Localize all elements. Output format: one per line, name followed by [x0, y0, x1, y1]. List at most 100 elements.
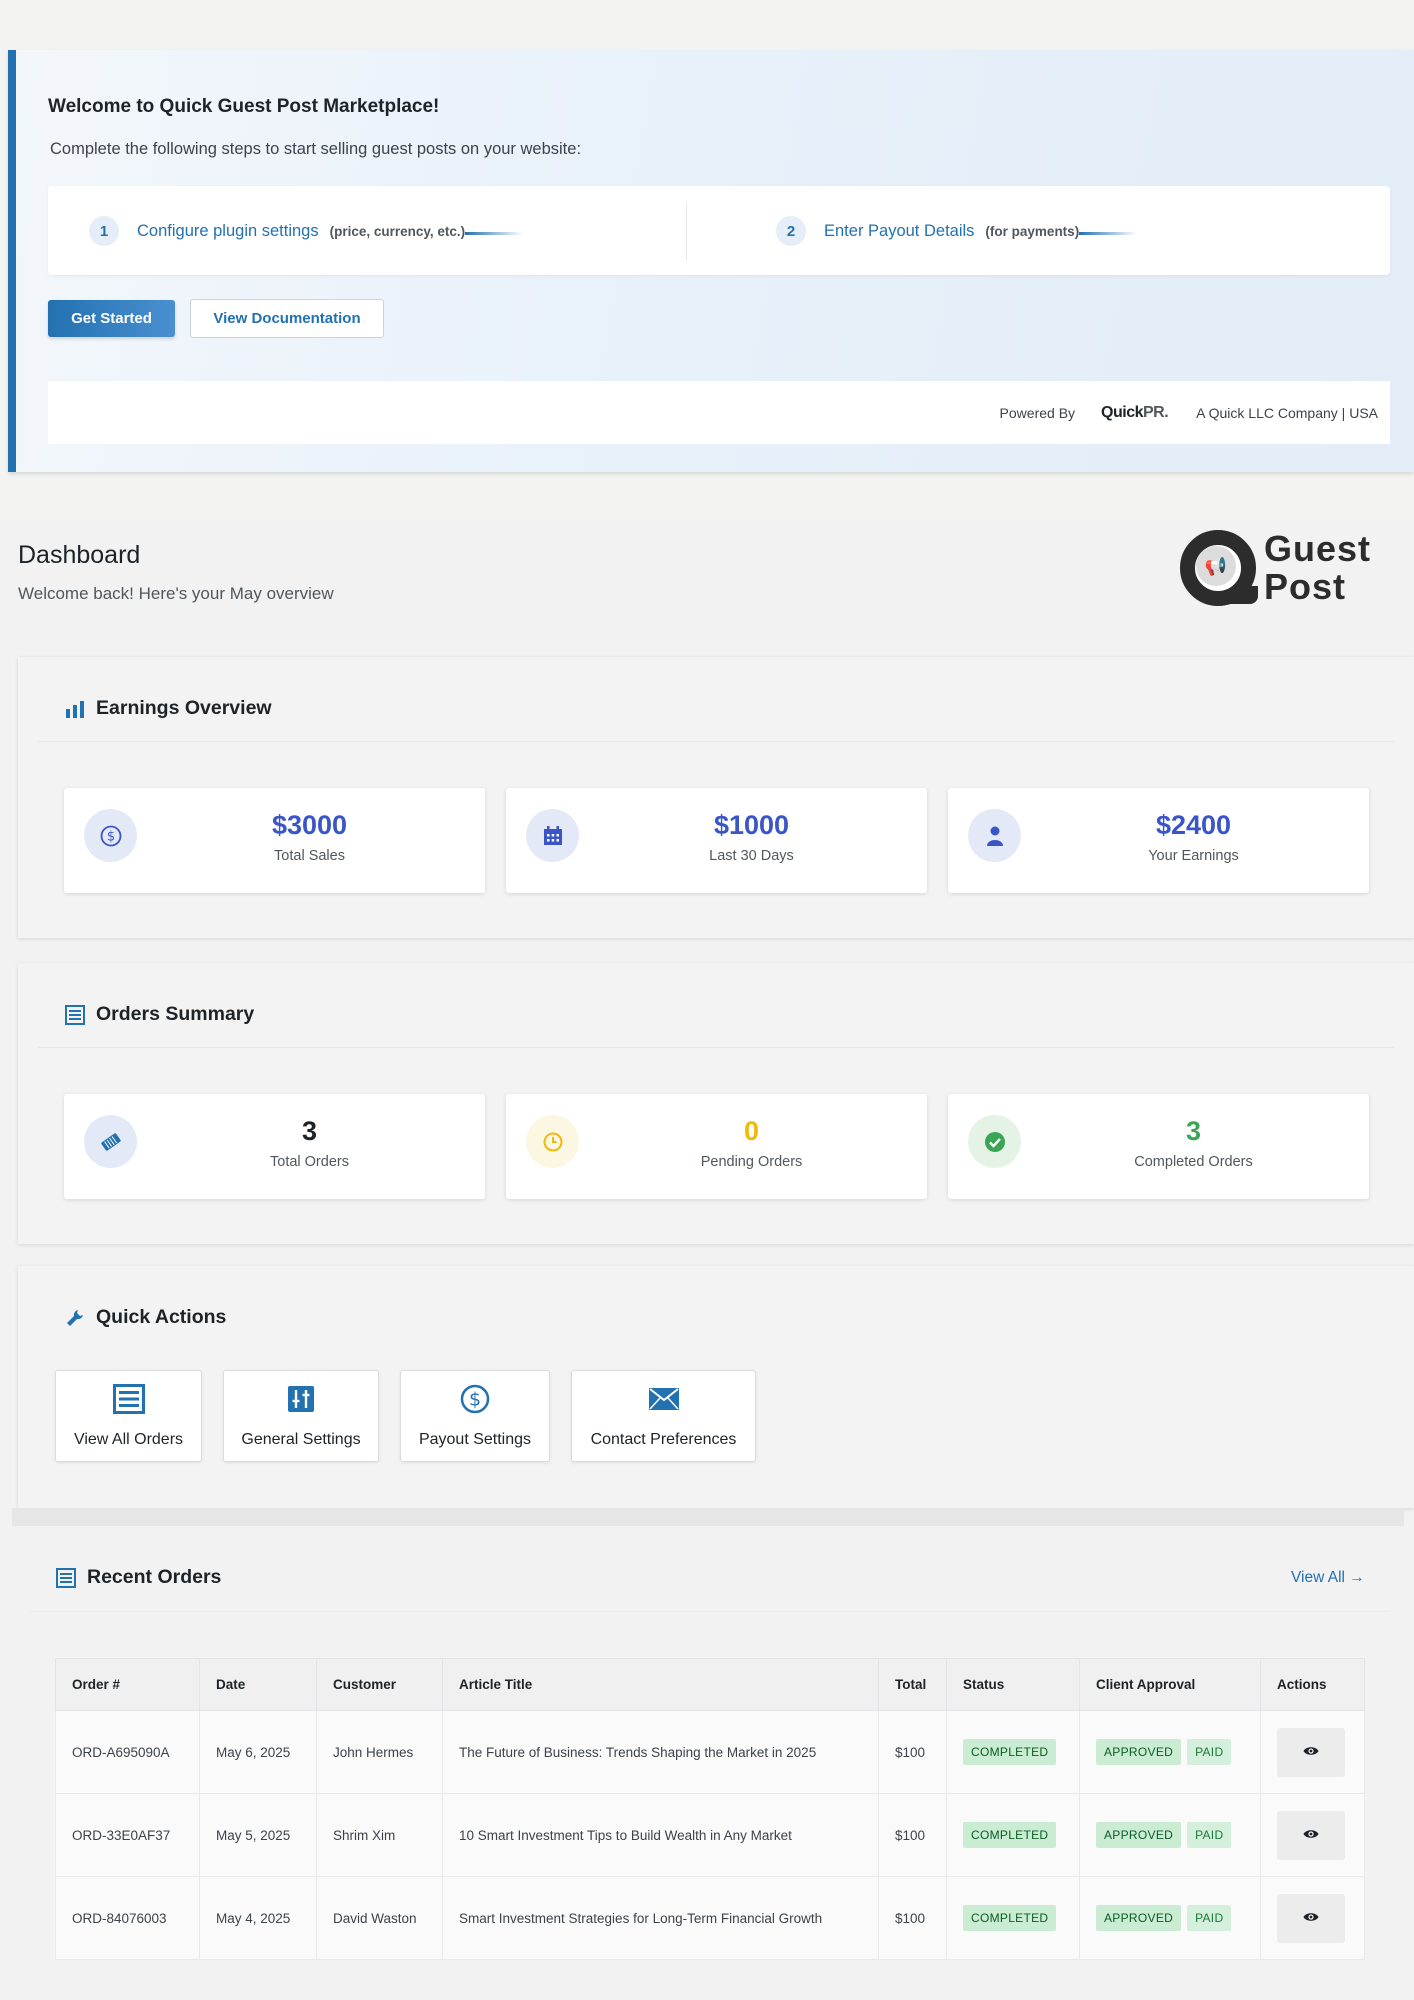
column-header: Article Title — [442, 1658, 879, 1711]
wrench-icon — [64, 1307, 86, 1329]
list-icon — [55, 1567, 77, 1589]
recent-orders-table: Order # Date Customer Article Title Tota… — [55, 1658, 1365, 1960]
total-sales-card: $ $3000 Total Sales — [64, 788, 485, 893]
order-number: ORD-84076003 — [55, 1876, 200, 1960]
pending-orders-card: 0 Pending Orders — [506, 1094, 927, 1199]
order-total: $100 — [878, 1793, 947, 1877]
stat-value: $1000 — [713, 810, 790, 840]
stat-value: 0 — [743, 1116, 760, 1146]
payout-settings-button[interactable]: $ Payout Settings — [400, 1370, 550, 1462]
eye-icon — [1303, 1910, 1319, 1926]
order-number: ORD-33E0AF37 — [55, 1793, 200, 1877]
get-started-button[interactable]: Get Started — [48, 300, 175, 337]
setup-step-2: 2 Enter Payout Details (for payments) — [776, 216, 1138, 246]
step-number: 2 — [776, 216, 806, 246]
order-date: May 6, 2025 — [199, 1710, 317, 1794]
page-title: Dashboard — [18, 541, 141, 569]
step-note: (price, currency, etc.) — [329, 223, 466, 239]
recent-orders-heading: Recent Orders — [55, 1566, 221, 1589]
ticket-icon — [84, 1115, 137, 1168]
view-order-button[interactable] — [1277, 1893, 1345, 1943]
paid-badge: PAID — [1187, 1739, 1232, 1765]
table-row: ORD-A695090A May 6, 2025 John Hermes The… — [55, 1710, 1365, 1794]
table-row: ORD-84076003 May 4, 2025 David Waston Sm… — [55, 1876, 1365, 1960]
status-badge: COMPLETED — [963, 1739, 1057, 1765]
approved-badge: APPROVED — [1096, 1822, 1182, 1848]
column-header: Date — [199, 1658, 317, 1711]
list-icon — [64, 1004, 86, 1026]
order-number: ORD-A695090A — [55, 1710, 200, 1794]
section-divider — [12, 1508, 1404, 1526]
status-badge: COMPLETED — [963, 1822, 1057, 1848]
order-status-cell: COMPLETED — [946, 1710, 1080, 1794]
configure-plugin-settings-link[interactable]: Configure plugin settings — [137, 222, 319, 241]
order-article-title: Smart Investment Strategies for Long-Ter… — [442, 1876, 879, 1960]
welcome-title: Welcome to Quick Guest Post Marketplace! — [48, 96, 440, 117]
table-header-row: Order # Date Customer Article Title Tota… — [55, 1658, 1365, 1711]
section-heading: Quick Actions — [64, 1306, 226, 1329]
order-actions-cell — [1260, 1876, 1365, 1960]
guest-post-logo: 📢 Guest Post — [1178, 528, 1378, 608]
order-article-title: 10 Smart Investment Tips to Build Wealth… — [442, 1793, 879, 1877]
order-total: $100 — [878, 1876, 947, 1960]
step-number: 1 — [89, 216, 119, 246]
table-row: ORD-33E0AF37 May 5, 2025 Shrim Xim 10 Sm… — [55, 1793, 1365, 1877]
column-header: Customer — [316, 1658, 443, 1711]
page-subtitle: Welcome back! Here's your May overview — [18, 584, 334, 603]
setup-steps-card: 1 Configure plugin settings (price, curr… — [48, 186, 1390, 275]
user-icon — [968, 809, 1021, 862]
order-actions-cell — [1260, 1710, 1365, 1794]
stat-label: Total Orders — [270, 1154, 349, 1170]
completed-orders-card: 3 Completed Orders — [948, 1094, 1369, 1199]
order-article-title: The Future of Business: Trends Shaping t… — [442, 1710, 879, 1794]
order-date: May 4, 2025 — [199, 1876, 317, 1960]
last-30-days-card: $1000 Last 30 Days — [506, 788, 927, 893]
column-header: Total — [878, 1658, 947, 1711]
sliders-icon — [224, 1383, 378, 1415]
contact-preferences-button[interactable]: Contact Preferences — [571, 1370, 756, 1462]
order-status-cell: COMPLETED — [946, 1793, 1080, 1877]
view-order-button[interactable] — [1277, 1727, 1345, 1777]
enter-payout-details-link[interactable]: Enter Payout Details — [824, 222, 974, 241]
order-customer: John Hermes — [316, 1710, 443, 1794]
approved-badge: APPROVED — [1096, 1739, 1182, 1765]
setup-step-1: 1 Configure plugin settings (price, curr… — [89, 216, 524, 246]
paid-badge: PAID — [1187, 1822, 1232, 1848]
calendar-icon — [526, 809, 579, 862]
svg-text:$: $ — [469, 1389, 481, 1411]
dollar-circle-icon: $ — [84, 809, 137, 862]
step-underline — [465, 231, 524, 235]
envelope-icon — [572, 1383, 755, 1415]
eye-icon — [1303, 1744, 1319, 1760]
step-underline — [1079, 231, 1138, 235]
stat-value: $3000 — [271, 810, 348, 840]
welcome-panel: Welcome to Quick Guest Post Marketplace!… — [8, 50, 1414, 472]
view-order-button[interactable] — [1277, 1810, 1345, 1860]
order-date: May 5, 2025 — [199, 1793, 317, 1877]
order-actions-cell — [1260, 1793, 1365, 1877]
view-documentation-button[interactable]: View Documentation — [190, 299, 384, 338]
dollar-circle-icon: $ — [401, 1383, 549, 1415]
order-total: $100 — [878, 1710, 947, 1794]
stat-value: 3 — [301, 1116, 318, 1146]
svg-text:$: $ — [106, 829, 114, 844]
stat-label: Pending Orders — [700, 1154, 803, 1170]
stat-label: Your Earnings — [1148, 848, 1239, 864]
orders-summary-section: Orders Summary 3 Total Orders 0 Pending … — [18, 963, 1414, 1244]
column-header: Status — [946, 1658, 1080, 1711]
view-all-orders-button[interactable]: View All Orders — [55, 1370, 202, 1462]
stat-value: 3 — [1185, 1116, 1202, 1146]
general-settings-button[interactable]: General Settings — [223, 1370, 379, 1462]
stat-label: Total Sales — [274, 848, 345, 864]
approved-badge: APPROVED — [1096, 1905, 1182, 1931]
order-customer: Shrim Xim — [316, 1793, 443, 1877]
powered-by-label: Powered By — [999, 404, 1076, 421]
paid-badge: PAID — [1187, 1905, 1232, 1931]
view-all-orders-link[interactable]: View All → — [1291, 1569, 1365, 1587]
earnings-overview-section: Earnings Overview $ $3000 Total Sales $1… — [18, 657, 1414, 938]
column-header: Client Approval — [1079, 1658, 1261, 1711]
your-earnings-card: $2400 Your Earnings — [948, 788, 1369, 893]
order-status-cell: COMPLETED — [946, 1876, 1080, 1960]
steps-divider — [686, 202, 687, 260]
stat-label: Completed Orders — [1134, 1154, 1253, 1170]
